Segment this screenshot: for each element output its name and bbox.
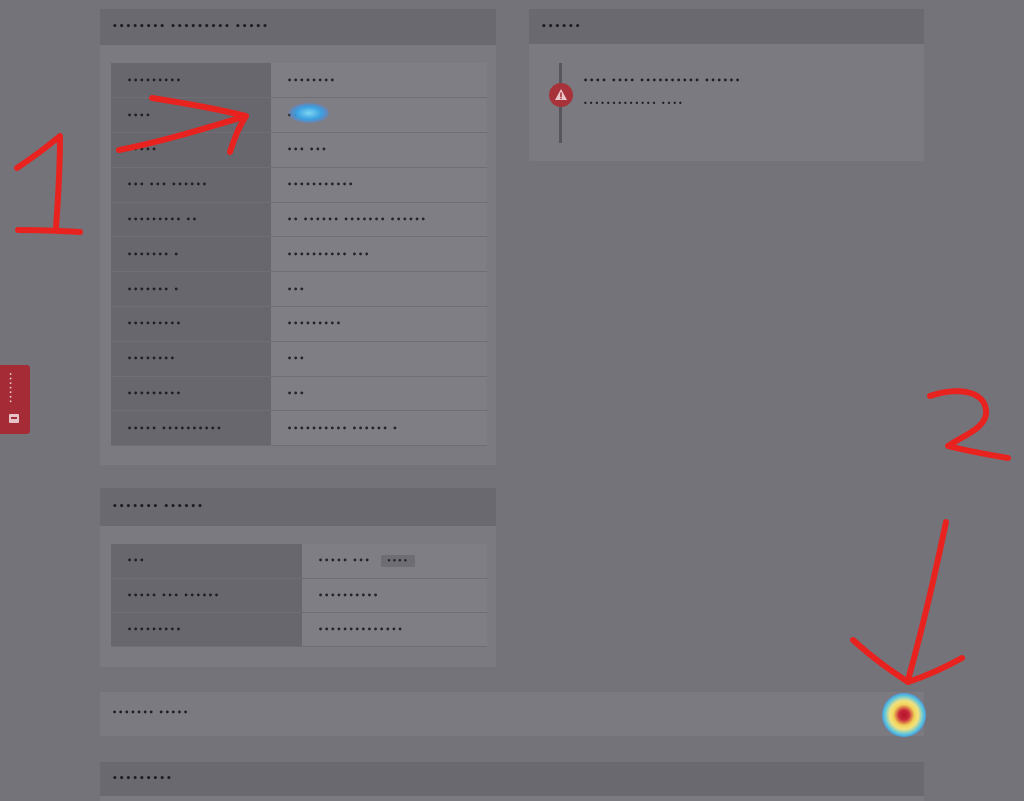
row-label: ••••••• • [111, 271, 271, 308]
secondary-panel: ••••••• •••••• ••• ••••• ••• •••• ••••• •••… [100, 488, 496, 667]
status-message: •••• •••• •••••••••• •••••• [583, 76, 742, 85]
table-row: ••••••• • •••••••••• ••• [111, 236, 487, 273]
row-label: ••••••• • [111, 236, 271, 273]
row-value-text: ••• [287, 354, 306, 364]
row-label: ••••••••• [111, 306, 271, 342]
status-panel: •••••• •••• •••• •••••••••• •••••• •••••… [529, 9, 924, 161]
row-value: ••••••••• [271, 306, 487, 342]
table-row: ••••••• • ••• [111, 271, 487, 308]
value-badge[interactable]: •••• [380, 554, 415, 567]
status-subtext: ••••••••••••• •••• [583, 99, 684, 108]
row-label: ••• [111, 544, 302, 579]
row-value-text: ••••• ••• [318, 555, 371, 565]
row-value: •• •••••• ••••••• •••••• [271, 202, 487, 238]
row-value: •••••••••• ••• [271, 236, 487, 273]
collapsible-section[interactable]: ••••••• ••••• [100, 692, 924, 736]
row-value: ••• [271, 271, 487, 308]
table-row: ••• ••••• ••• •••• [111, 544, 487, 579]
row-value-text: ••••••••••• [287, 180, 355, 190]
row-value: ••• [271, 341, 487, 377]
row-label: ••••••••• [111, 376, 271, 412]
table-row: ••• ••• •••••• ••••••••••• [111, 167, 487, 203]
warning-icon [549, 83, 573, 107]
annotation-number-2-glyph [927, 388, 1011, 461]
row-value-text: ••• [287, 284, 306, 294]
table-row: ••••••••• •••••••• [111, 63, 487, 99]
secondary-panel-title: ••••••• •••••• [100, 488, 496, 526]
row-label: ••••• •••••••••• [111, 410, 271, 447]
row-label: ••••• [111, 132, 271, 168]
annotation-number-1-glyph [14, 133, 83, 235]
row-value: •••••••••• [302, 578, 487, 613]
row-value-text: •••••••••• ••• [287, 249, 371, 259]
row-value: ••••••••••• [271, 167, 487, 203]
row-value-text: •• •••••• ••••••• •••••• [287, 215, 427, 225]
row-value-text: •••••••••• [318, 590, 380, 600]
annotation-arrow-2 [850, 519, 965, 685]
row-value-text: •••••••• [287, 75, 336, 85]
row-value-text: ••• [287, 389, 306, 399]
row-value: ••• ••• [271, 132, 487, 168]
table-row: ••••••••• •• •• •••••• ••••••• •••••• [111, 202, 487, 238]
table-row: ••••••••• ••••••••• [111, 306, 487, 342]
row-value: •••••••••• •••••• • [271, 410, 487, 447]
row-label: ••••• ••• •••••• [111, 578, 302, 613]
row-value-text: ••• ••• [287, 145, 328, 155]
row-value: ••• [271, 376, 487, 412]
table-row: ••••••••• •••••••••••••• [111, 612, 487, 647]
table-row: ••••• ••• •••••• •••••••••• [111, 578, 487, 613]
collapsible-section-label: ••••••• ••••• [112, 708, 190, 717]
row-label: ••••••••• [111, 612, 302, 647]
row-value-text: •••••••••••••• [318, 624, 404, 634]
row-value-text: ••••••••• [287, 319, 343, 329]
secondary-table: ••• ••••• ••• •••• ••••• ••• •••••• ••••••••… [111, 544, 487, 647]
row-value-text: •••••••••• •••••• • [287, 423, 399, 433]
row-label: ••••••••• •• [111, 202, 271, 238]
table-row: ••••••••• ••• [111, 376, 487, 412]
table-row: •••••••• ••• [111, 341, 487, 377]
row-value: •••••••• [271, 63, 487, 99]
status-panel-title: •••••• [529, 9, 924, 44]
click-heat-marker-hotspot [882, 693, 926, 737]
table-row: ••••• ••• ••• [111, 132, 487, 168]
row-label: •••••••• [111, 341, 271, 377]
row-label: ••• ••• •••••• [111, 167, 271, 203]
feedback-tab[interactable]: ••••••• [0, 365, 30, 434]
click-heat-marker [289, 103, 329, 123]
feedback-icon [8, 409, 20, 423]
bottom-panel-title: ••••••••• [100, 762, 924, 796]
row-label: •••• [111, 97, 271, 134]
details-panel-title: •••••••• ••••••••• ••••• [100, 9, 496, 45]
row-value: ••••• ••• •••• [302, 544, 487, 579]
row-value: •••••••••••••• [302, 612, 487, 647]
table-row: ••••• •••••••••• •••••••••• •••••• • [111, 410, 487, 447]
details-panel: •••••••• ••••••••• ••••• ••••••••• ••••••… [100, 9, 496, 465]
bottom-panel: ••••••••• [100, 762, 924, 801]
feedback-tab-label: ••••••• [8, 371, 15, 403]
row-label: ••••••••• [111, 63, 271, 99]
